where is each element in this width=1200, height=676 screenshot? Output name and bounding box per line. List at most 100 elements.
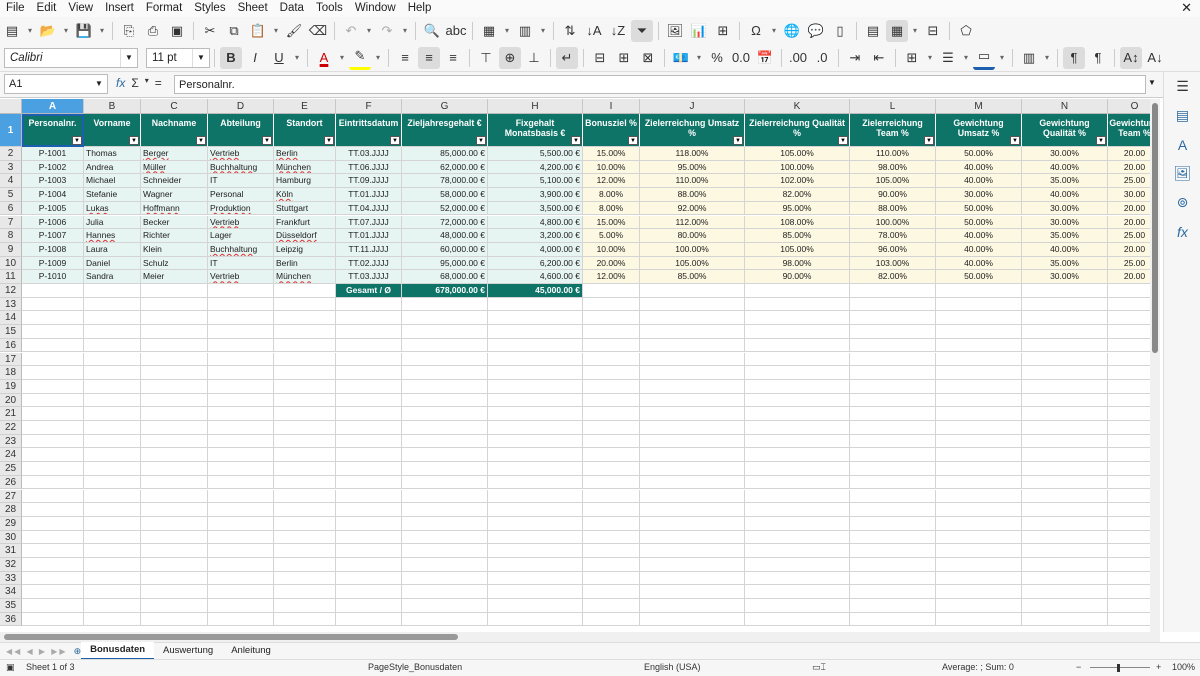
empty-cell[interactable]	[583, 407, 640, 421]
empty-cell[interactable]	[402, 338, 488, 353]
empty-cell[interactable]	[274, 489, 336, 504]
data-cell-b[interactable]: Thomas	[84, 147, 141, 161]
row-header[interactable]: 35	[0, 599, 22, 613]
row-header[interactable]: 18	[0, 366, 22, 380]
special-character-dropdown-icon[interactable]: ▾	[769, 20, 779, 42]
empty-cell[interactable]	[488, 366, 583, 380]
empty-cell[interactable]	[488, 421, 583, 435]
empty-cell[interactable]	[640, 284, 745, 298]
data-cell-g[interactable]: 48,000.00 €	[402, 229, 488, 243]
gallery-icon[interactable]: 🖼	[1164, 159, 1200, 188]
empty-cell[interactable]	[336, 379, 402, 394]
empty-cell[interactable]	[936, 475, 1022, 490]
empty-cell[interactable]	[640, 462, 745, 476]
empty-cell[interactable]	[336, 612, 402, 627]
row-header[interactable]: 6	[0, 201, 22, 216]
row-header[interactable]: 12	[0, 284, 22, 298]
data-cell-k[interactable]: 95.00%	[745, 201, 850, 216]
empty-cell[interactable]	[336, 366, 402, 380]
data-cell-h[interactable]: 6,200.00 €	[488, 256, 583, 271]
empty-cell[interactable]	[141, 297, 208, 312]
data-cell-d[interactable]: Buchhaltung	[208, 160, 274, 175]
empty-cell[interactable]	[274, 599, 336, 613]
data-cell-k[interactable]: 100.00%	[745, 160, 850, 175]
data-cell-n[interactable]: 40.00%	[1022, 242, 1108, 257]
empty-cell[interactable]	[583, 516, 640, 531]
column-header-f[interactable]: F	[336, 99, 402, 114]
empty-cell[interactable]	[336, 393, 402, 408]
empty-cell[interactable]	[141, 571, 208, 586]
empty-cell[interactable]	[22, 393, 84, 408]
empty-cell[interactable]	[850, 530, 936, 545]
data-cell-b[interactable]: Laura	[84, 242, 141, 257]
empty-cell[interactable]	[22, 475, 84, 490]
empty-cell[interactable]	[640, 338, 745, 353]
empty-cell[interactable]	[84, 311, 141, 326]
special-character-icon[interactable]: Ω	[745, 20, 767, 42]
empty-cell[interactable]	[583, 393, 640, 408]
data-cell-e[interactable]: Berlin	[274, 147, 336, 161]
data-cell-g[interactable]: 72,000.00 €	[402, 215, 488, 230]
column-dropdown-icon[interactable]: ▾	[538, 20, 548, 42]
empty-cell[interactable]	[274, 516, 336, 531]
empty-cell[interactable]	[488, 325, 583, 339]
row-header[interactable]: 33	[0, 571, 22, 586]
text-direction-ltr-icon[interactable]: ¶	[1063, 46, 1085, 69]
empty-cell[interactable]	[84, 612, 141, 627]
data-cell-n[interactable]: 30.00%	[1022, 201, 1108, 216]
data-cell-e[interactable]: Berlin	[274, 256, 336, 271]
data-cell-e[interactable]: Frankfurt	[274, 215, 336, 230]
data-cell-i[interactable]: 15.00%	[583, 147, 640, 161]
empty-cell[interactable]	[745, 325, 850, 339]
empty-cell[interactable]	[850, 599, 936, 613]
empty-cell[interactable]	[336, 599, 402, 613]
menu-item-view[interactable]: View	[62, 0, 99, 17]
empty-cell[interactable]	[336, 489, 402, 504]
empty-cell[interactable]	[850, 297, 936, 312]
empty-cell[interactable]	[402, 421, 488, 435]
empty-cell[interactable]	[208, 571, 274, 586]
empty-cell[interactable]	[84, 489, 141, 504]
data-cell-a[interactable]: P-1005	[22, 201, 84, 216]
row-header[interactable]: 34	[0, 585, 22, 600]
empty-cell[interactable]	[84, 407, 141, 421]
empty-cell[interactable]	[583, 448, 640, 463]
empty-cell[interactable]	[22, 599, 84, 613]
empty-cell[interactable]	[84, 366, 141, 380]
font-size-combo[interactable]: 11 pt ▼	[146, 47, 210, 68]
empty-cell[interactable]	[1022, 379, 1108, 394]
empty-cell[interactable]	[850, 284, 936, 298]
empty-cell[interactable]	[22, 407, 84, 421]
total-cell[interactable]: 678,000.00 €	[402, 284, 488, 298]
open-dropdown-icon[interactable]: ▾	[61, 20, 71, 42]
data-cell-c[interactable]: Berger	[141, 147, 208, 161]
empty-cell[interactable]	[402, 448, 488, 463]
row-header[interactable]: 22	[0, 421, 22, 435]
data-cell-h[interactable]: 4,800.00 €	[488, 215, 583, 230]
empty-cell[interactable]	[745, 297, 850, 312]
header-cell[interactable]: Abteilung ▼	[208, 114, 274, 147]
empty-cell[interactable]	[402, 599, 488, 613]
empty-cell[interactable]	[274, 544, 336, 558]
data-cell-c[interactable]: Richter	[141, 229, 208, 243]
data-cell-m[interactable]: 40.00%	[936, 174, 1022, 189]
empty-cell[interactable]	[583, 352, 640, 367]
data-cell-f[interactable]: TT.04.JJJJ	[336, 201, 402, 216]
empty-cell[interactable]	[208, 503, 274, 517]
empty-cell[interactable]	[22, 297, 84, 312]
row-header[interactable]: 23	[0, 434, 22, 449]
empty-cell[interactable]	[936, 503, 1022, 517]
empty-cell[interactable]	[84, 284, 141, 298]
data-cell-d[interactable]: IT	[208, 174, 274, 189]
empty-cell[interactable]	[1022, 612, 1108, 627]
empty-cell[interactable]	[488, 462, 583, 476]
data-cell-h[interactable]: 3,500.00 €	[488, 201, 583, 216]
empty-cell[interactable]	[850, 393, 936, 408]
empty-cell[interactable]	[141, 379, 208, 394]
column-header-a[interactable]: A	[22, 99, 84, 114]
empty-cell[interactable]	[640, 558, 745, 572]
empty-cell[interactable]	[640, 379, 745, 394]
column-header-e[interactable]: E	[274, 99, 336, 114]
empty-cell[interactable]	[402, 558, 488, 572]
empty-cell[interactable]	[936, 530, 1022, 545]
